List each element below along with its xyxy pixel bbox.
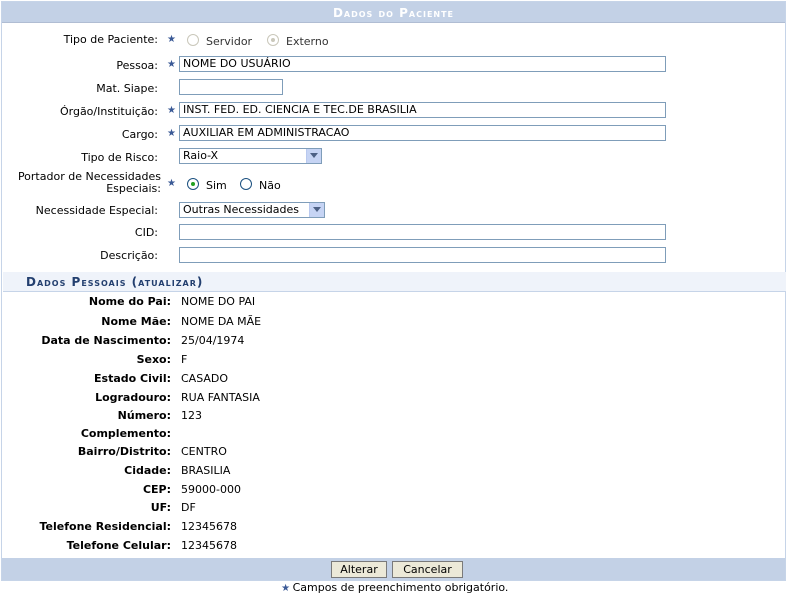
tipo-paciente-label: Tipo de Paciente: <box>63 33 158 46</box>
radio-externo-label: Externo <box>286 35 329 48</box>
cancelar-button[interactable]: Cancelar <box>392 561 463 578</box>
field-label: Bairro/Distrito: <box>77 445 171 458</box>
star-icon: ★ <box>281 583 291 594</box>
radio-servidor-label: Servidor <box>206 35 253 48</box>
field-label: Logradouro: <box>95 391 171 404</box>
required-star-icon: ★ <box>167 59 176 70</box>
field-label: Estado Civil: <box>94 372 171 385</box>
cid-row: CID: <box>2 224 785 244</box>
tipo-risco-row: Tipo de Risco: Raio-X <box>2 148 785 168</box>
field-value: 12345678 <box>181 539 237 552</box>
field-label: Nome Mãe: <box>101 315 171 328</box>
cid-input[interactable] <box>179 224 666 240</box>
field-label: CEP: <box>142 483 171 496</box>
tipo-risco-select[interactable]: Raio-X <box>179 148 322 164</box>
radio-nao-label: Não <box>259 179 281 192</box>
panel-title: Dados do Paciente <box>2 2 785 23</box>
portador-label-line2: Especiais: <box>106 182 161 195</box>
cargo-row: Cargo: ★ AUXILIAR EM ADMINISTRACAO <box>2 125 785 145</box>
field-value: CENTRO <box>181 445 227 458</box>
radio-sim-label: Sim <box>206 179 227 192</box>
field-value: 25/04/1974 <box>181 334 245 347</box>
required-note: ★ Campos de preenchimento obrigatório. <box>0 581 789 595</box>
field-label: Telefone Residencial: <box>39 520 172 533</box>
field-value: 12345678 <box>181 520 237 533</box>
cargo-input[interactable]: AUXILIAR EM ADMINISTRACAO <box>179 125 666 141</box>
descricao-label: Descrição: <box>100 249 158 262</box>
radio-servidor[interactable] <box>187 34 199 46</box>
necessidade-label: Necessidade Especial: <box>35 204 158 217</box>
field-value: DF <box>181 501 196 514</box>
field-label: Cidade: <box>124 464 171 477</box>
required-star-icon: ★ <box>167 105 176 116</box>
chevron-down-icon[interactable] <box>309 203 324 217</box>
pessoa-input[interactable]: NOME DO USUÁRIO <box>179 56 666 72</box>
dados-pessoais-title: Dados Pessoais <box>26 275 127 289</box>
field-value: NOME DA MÃE <box>181 315 262 328</box>
required-star-icon: ★ <box>167 128 176 139</box>
mat-siape-input[interactable] <box>179 79 283 95</box>
field-label: Data de Nascimento: <box>41 334 171 347</box>
field-label: Nome do Pai: <box>88 295 171 308</box>
field-value: RUA FANTASIA <box>181 391 260 404</box>
cid-label: CID: <box>134 226 158 239</box>
dados-paciente-panel: Dados do Paciente Tipo de Paciente: ★ Se… <box>1 1 786 581</box>
descricao-row: Descrição: <box>2 247 785 267</box>
orgao-label: Órgão/Instituição: <box>59 105 158 118</box>
atualizar-link[interactable]: (atualizar) <box>132 275 204 289</box>
necessidade-value: Outras Necessidades <box>183 203 299 216</box>
field-label: UF: <box>150 501 171 514</box>
required-note-text: Campos de preenchimento obrigatório. <box>292 581 509 594</box>
necessidade-row: Necessidade Especial: Outras Necessidade… <box>2 202 785 222</box>
field-label: Complemento: <box>80 427 171 440</box>
required-star-icon: ★ <box>167 34 176 45</box>
field-label: Número: <box>117 409 171 422</box>
chevron-down-icon[interactable] <box>306 149 321 163</box>
descricao-input[interactable] <box>179 247 666 263</box>
pessoa-row: Pessoa: ★ NOME DO USUÁRIO <box>2 56 785 76</box>
field-label: Sexo: <box>136 353 171 366</box>
orgao-row: Órgão/Instituição: ★ INST. FED. ED. CIEN… <box>2 102 785 122</box>
dados-pessoais-header: Dados Pessoais (atualizar) <box>3 272 786 292</box>
orgao-input[interactable]: INST. FED. ED. CIENCIA E TEC.DE BRASILIA <box>179 102 666 118</box>
field-label: Telefone Celular: <box>66 539 171 552</box>
pessoa-label: Pessoa: <box>116 59 158 72</box>
required-star-icon: ★ <box>167 178 176 189</box>
field-value: 59000-000 <box>181 483 241 496</box>
field-value: BRASILIA <box>181 464 231 477</box>
tipo-paciente-row: Tipo de Paciente: ★ Servidor Externo <box>2 31 785 51</box>
cargo-label: Cargo: <box>121 128 158 141</box>
field-value: CASADO <box>181 372 229 385</box>
mat-siape-row: Mat. Siape: <box>2 79 785 99</box>
portador-row: Portador de Necessidades Especiais: ★ Si… <box>2 170 785 198</box>
radio-externo[interactable] <box>267 34 279 46</box>
radio-sim[interactable] <box>187 178 199 190</box>
alterar-button[interactable]: Alterar <box>331 561 387 578</box>
radio-nao[interactable] <box>240 178 252 190</box>
field-value: 123 <box>181 409 202 422</box>
field-value: F <box>181 353 188 366</box>
field-value: NOME DO PAI <box>181 295 256 308</box>
tipo-risco-value: Raio-X <box>183 149 219 162</box>
necessidade-select[interactable]: Outras Necessidades <box>179 202 325 218</box>
mat-siape-label: Mat. Siape: <box>96 82 158 95</box>
form-footer: Alterar Cancelar <box>2 558 785 580</box>
tipo-risco-label: Tipo de Risco: <box>81 151 158 164</box>
